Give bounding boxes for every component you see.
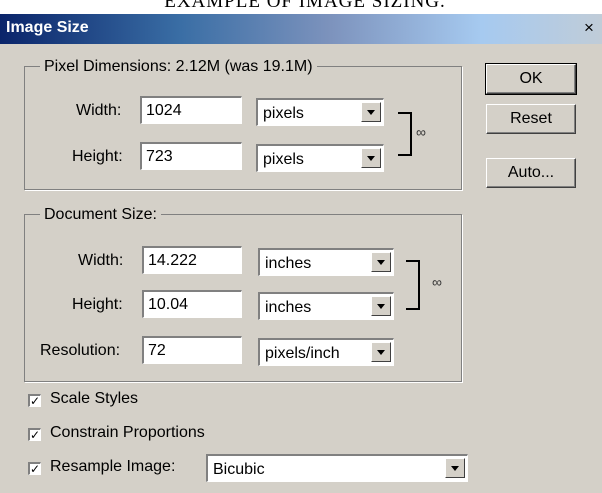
document-width-unit-select[interactable]: inches — [258, 248, 394, 276]
auto-button[interactable]: Auto... — [486, 158, 576, 188]
chevron-down-icon[interactable] — [371, 342, 391, 362]
reset-button[interactable]: Reset — [486, 104, 576, 134]
pixel-link-bracket — [398, 112, 412, 156]
link-chain-icon: ∞ — [416, 124, 426, 140]
document-height-unit-value: inches — [265, 299, 312, 316]
scale-styles-checkbox[interactable]: ✓ — [28, 394, 41, 407]
pixel-height-input[interactable]: 723 — [140, 142, 242, 170]
pixel-height-label: Height: — [72, 148, 123, 165]
caption-strip: EXAMPLE OF IMAGE SIZING. — [0, 0, 602, 14]
title-bar[interactable]: Image Size × — [0, 14, 602, 44]
caption-text: EXAMPLE OF IMAGE SIZING. — [164, 0, 446, 12]
constrain-proportions-label[interactable]: Constrain Proportions — [50, 424, 205, 442]
resolution-label: Resolution: — [40, 342, 121, 359]
pixel-width-unit-value: pixels — [263, 105, 304, 122]
pixel-dimensions-legend: Pixel Dimensions: 2.12M (was 19.1M) — [40, 58, 317, 76]
link-chain-icon: ∞ — [432, 274, 442, 290]
document-width-unit-value: inches — [265, 255, 312, 272]
document-size-legend: Document Size: — [40, 206, 161, 224]
document-height-unit-select[interactable]: inches — [258, 292, 394, 320]
resolution-unit-select[interactable]: pixels/inch — [258, 338, 394, 366]
document-width-label: Width: — [78, 252, 124, 269]
document-height-input[interactable]: 10.04 — [142, 290, 242, 318]
pixel-width-label: Width: — [76, 102, 122, 119]
ok-button[interactable]: OK — [485, 63, 577, 95]
chevron-down-icon[interactable] — [445, 458, 465, 478]
resample-method-select[interactable]: Bicubic — [206, 454, 468, 482]
document-height-label: Height: — [72, 296, 123, 313]
resample-image-checkbox[interactable]: ✓ — [28, 462, 41, 475]
chevron-down-icon[interactable] — [371, 252, 391, 272]
pixel-height-unit-value: pixels — [263, 151, 304, 168]
window-title: Image Size — [6, 19, 89, 36]
document-width-input[interactable]: 14.222 — [142, 246, 242, 274]
constrain-proportions-checkbox[interactable]: ✓ — [28, 428, 41, 441]
scale-styles-label[interactable]: Scale Styles — [50, 390, 138, 408]
chevron-down-icon[interactable] — [361, 102, 381, 122]
pixel-width-unit-select[interactable]: pixels — [256, 98, 384, 126]
pixel-width-input[interactable]: 1024 — [140, 96, 242, 124]
pixel-height-unit-select[interactable]: pixels — [256, 144, 384, 172]
resample-method-value: Bicubic — [213, 461, 265, 478]
pixel-dimensions-group — [24, 66, 462, 190]
document-link-bracket — [406, 260, 420, 310]
resample-image-label[interactable]: Resample Image: — [50, 458, 175, 476]
resolution-unit-value: pixels/inch — [265, 345, 340, 362]
resolution-input[interactable]: 72 — [142, 336, 242, 364]
chevron-down-icon[interactable] — [371, 296, 391, 316]
close-icon[interactable]: × — [578, 18, 600, 39]
chevron-down-icon[interactable] — [361, 148, 381, 168]
